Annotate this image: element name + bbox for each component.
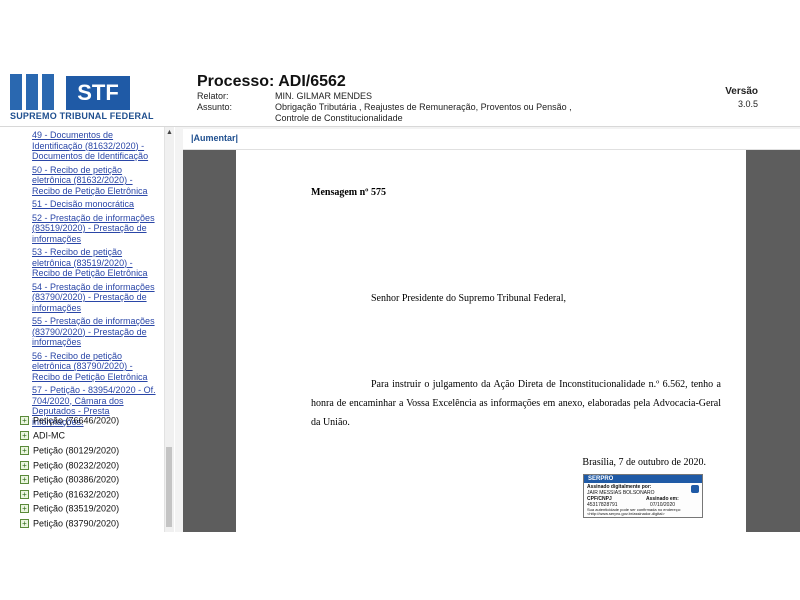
tree-link-list: 49 - Documentos de Identificação (81632/… xyxy=(32,130,162,430)
signature-check-icon xyxy=(691,485,699,493)
logo-bars: STF xyxy=(10,74,130,110)
tree-link-56[interactable]: 56 - Recibo de petição eletrônica (83790… xyxy=(32,351,162,383)
scroll-up-arrow-icon[interactable]: ▲ xyxy=(165,129,174,137)
logo-abbr: STF xyxy=(66,76,130,110)
tree-scrollbar[interactable]: ▲ xyxy=(164,127,174,532)
expand-icon[interactable]: + xyxy=(20,504,29,514)
expand-icon[interactable]: + xyxy=(20,519,29,529)
tree-link-51[interactable]: 51 - Decisão monocrática xyxy=(32,199,162,210)
expand-icon[interactable]: + xyxy=(20,490,29,500)
tree-link-53[interactable]: 53 - Recibo de petição eletrônica (83519… xyxy=(32,247,162,279)
stf-logo: STF SUPREMO TRIBUNAL FEDERAL xyxy=(8,72,153,122)
document-viewer: Mensagem nº 575 Senhor Presidente do Sup… xyxy=(183,150,800,532)
tree-folder-adi-mc[interactable]: + ADI-MC xyxy=(20,430,65,444)
tree-link-55[interactable]: 55 - Prestação de informações (83790/202… xyxy=(32,316,162,348)
tree-folder-peticao-80232[interactable]: + Petição (80232/2020) xyxy=(20,460,119,474)
relator-label: Relator: xyxy=(197,91,229,101)
signature-footer-2: <http://www.serpro.gov.br/assinador-digi… xyxy=(587,511,665,516)
expand-icon[interactable]: + xyxy=(20,431,29,441)
tree-folder-peticao-76646[interactable]: + Petição (76646/2020) xyxy=(20,415,119,429)
tree-link-50[interactable]: 50 - Recibo de petição eletrônica (81632… xyxy=(32,165,162,197)
process-title: Processo: ADI/6562 xyxy=(197,73,346,90)
expand-icon[interactable]: + xyxy=(20,416,29,426)
tree-folder-peticao-80386[interactable]: + Petição (80386/2020) xyxy=(20,474,119,488)
assunto-value-line1: Obrigação Tributária , Reajustes de Remu… xyxy=(275,102,572,112)
document-tree: 49 - Documentos de Identificação (81632/… xyxy=(0,127,175,532)
document-page: Mensagem nº 575 Senhor Presidente do Sup… xyxy=(236,150,746,532)
relator-value: MIN. GILMAR MENDES xyxy=(275,91,373,101)
version-info: Versão 3.0.5 xyxy=(725,85,758,110)
aumentar-button[interactable]: |Aumentar| xyxy=(191,133,238,143)
tree-folder-peticao-80129[interactable]: + Petição (80129/2020) xyxy=(20,445,119,459)
header: STF SUPREMO TRIBUNAL FEDERAL Processo: A… xyxy=(0,66,800,127)
expand-icon[interactable]: + xyxy=(20,475,29,485)
tree-folder-peticao-83519[interactable]: + Petição (83519/2020) xyxy=(20,503,119,517)
tree-folder-peticao-83790[interactable]: + Petição (83790/2020) xyxy=(20,518,119,532)
logo-text: SUPREMO TRIBUNAL FEDERAL xyxy=(10,111,154,121)
app-window: STF SUPREMO TRIBUNAL FEDERAL Processo: A… xyxy=(0,66,800,532)
tree-link-54[interactable]: 54 - Prestação de informações (83790/202… xyxy=(32,282,162,314)
digital-signature-stamp: SERPRO Assinado digitalmente por: JAIR M… xyxy=(583,474,703,518)
assunto-value-line2: Controle de Constitucionalidade xyxy=(275,113,403,123)
body-paragraph: Para instruir o julgamento da Ação Diret… xyxy=(311,379,721,428)
scroll-thumb[interactable] xyxy=(166,447,172,527)
signature-brand: SERPRO xyxy=(584,475,702,483)
message-heading: Mensagem nº 575 xyxy=(311,187,386,198)
version-label: Versão xyxy=(725,86,758,97)
expand-icon[interactable]: + xyxy=(20,461,29,471)
tree-link-49[interactable]: 49 - Documentos de Identificação (81632/… xyxy=(32,130,162,162)
document-date: Brasília, 7 de outubro de 2020. xyxy=(582,457,706,468)
tree-link-52[interactable]: 52 - Prestação de informações (83519/202… xyxy=(32,213,162,245)
version-value: 3.0.5 xyxy=(737,99,758,109)
tree-folder-peticao-81632[interactable]: + Petição (81632/2020) xyxy=(20,489,119,503)
assunto-label: Assunto: xyxy=(197,102,233,112)
expand-icon[interactable]: + xyxy=(20,446,29,456)
salutation: Senhor Presidente do Supremo Tribunal Fe… xyxy=(371,293,566,304)
viewer-toolbar: |Aumentar| xyxy=(183,129,800,150)
